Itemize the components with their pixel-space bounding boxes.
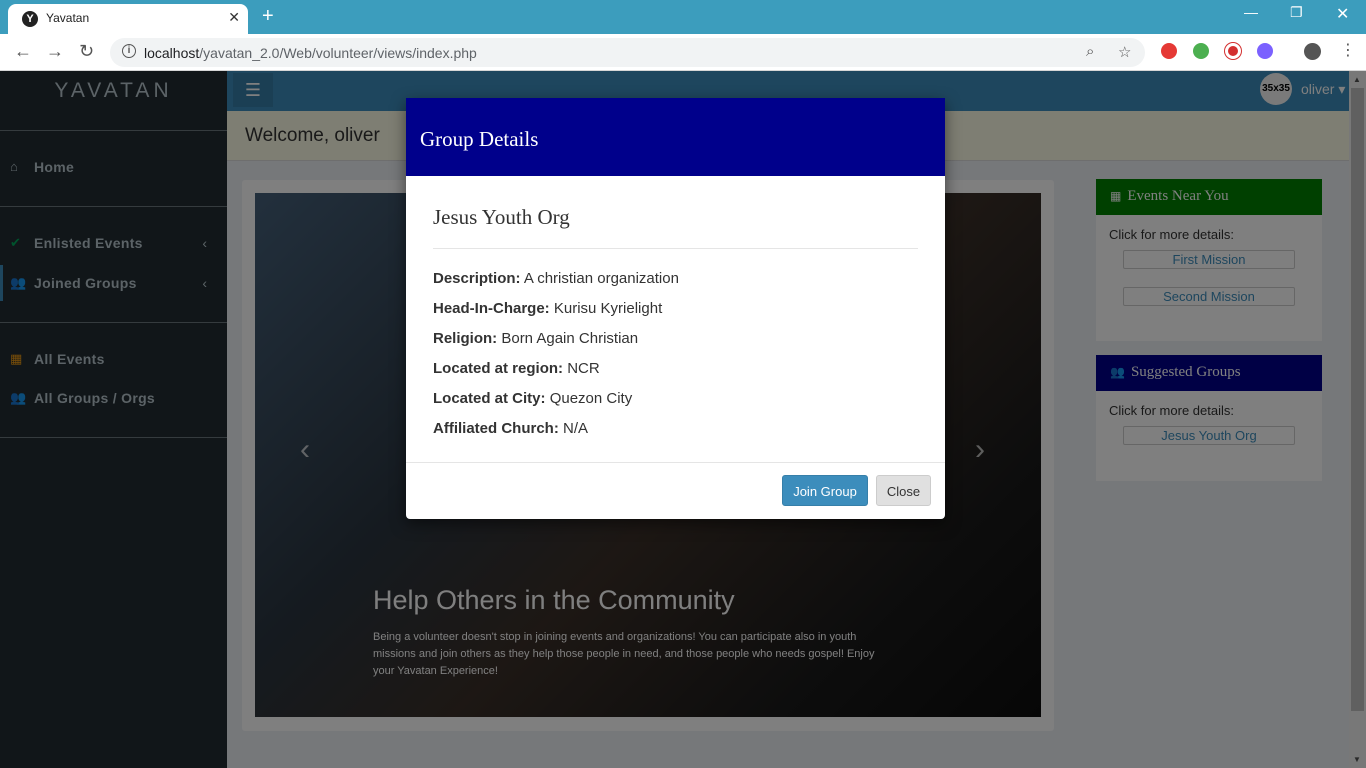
join-group-button[interactable]: Join Group	[782, 475, 868, 506]
extension-check-icon[interactable]	[1257, 43, 1273, 59]
group-details-modal: Group Details Jesus Youth Org Descriptio…	[406, 98, 945, 519]
group-name: Jesus Youth Org	[433, 205, 570, 229]
zoom-icon[interactable]: ⌕	[1086, 43, 1094, 60]
detail-affiliated-church: Affiliated Church: N/A	[433, 420, 589, 437]
detail-religion: Religion: Born Again Christian	[433, 330, 639, 347]
yavatan-favicon-icon: Y	[22, 11, 38, 27]
reload-icon[interactable]: ↻	[79, 41, 94, 62]
browser-tab-bar: Y Yavatan ✕ + — ❐ ✕	[0, 0, 1366, 34]
account-icon[interactable]	[1304, 43, 1321, 60]
new-tab-icon[interactable]: +	[262, 5, 274, 28]
menu-dots-icon[interactable]: ⋮	[1340, 40, 1356, 60]
opera-icon[interactable]	[1225, 43, 1241, 59]
info-icon[interactable]: i	[122, 44, 136, 58]
modal-title: Group Details	[420, 127, 539, 151]
detail-head-in-charge: Head-In-Charge: Kurisu Kyrielight	[433, 300, 663, 317]
url-text[interactable]: localhost/yavatan_2.0/Web/volunteer/view…	[144, 45, 477, 61]
extension-compass-icon[interactable]	[1161, 43, 1177, 59]
close-tab-icon[interactable]: ✕	[228, 9, 240, 26]
close-window-icon[interactable]: ✕	[1336, 4, 1349, 24]
bookmark-star-icon[interactable]: ☆	[1118, 43, 1131, 61]
back-icon[interactable]: ←	[14, 41, 32, 62]
tab-title: Yavatan	[46, 11, 90, 25]
address-bar[interactable]: i localhost/yavatan_2.0/Web/volunteer/vi…	[110, 38, 1145, 67]
browser-tab[interactable]: Y Yavatan ✕	[8, 4, 248, 34]
restore-icon[interactable]: ❐	[1290, 4, 1303, 21]
detail-description: Description: A christian organization	[433, 270, 679, 287]
minimize-icon[interactable]: —	[1244, 4, 1258, 20]
divider	[433, 248, 918, 249]
close-button[interactable]: Close	[876, 475, 931, 506]
forward-icon[interactable]: →	[46, 41, 64, 62]
modal-footer	[406, 462, 945, 463]
modal-header: Group Details	[406, 98, 945, 176]
detail-city: Located at City: Quezon City	[433, 390, 633, 407]
extension-globe-icon[interactable]	[1193, 43, 1209, 59]
detail-region: Located at region: NCR	[433, 360, 600, 377]
